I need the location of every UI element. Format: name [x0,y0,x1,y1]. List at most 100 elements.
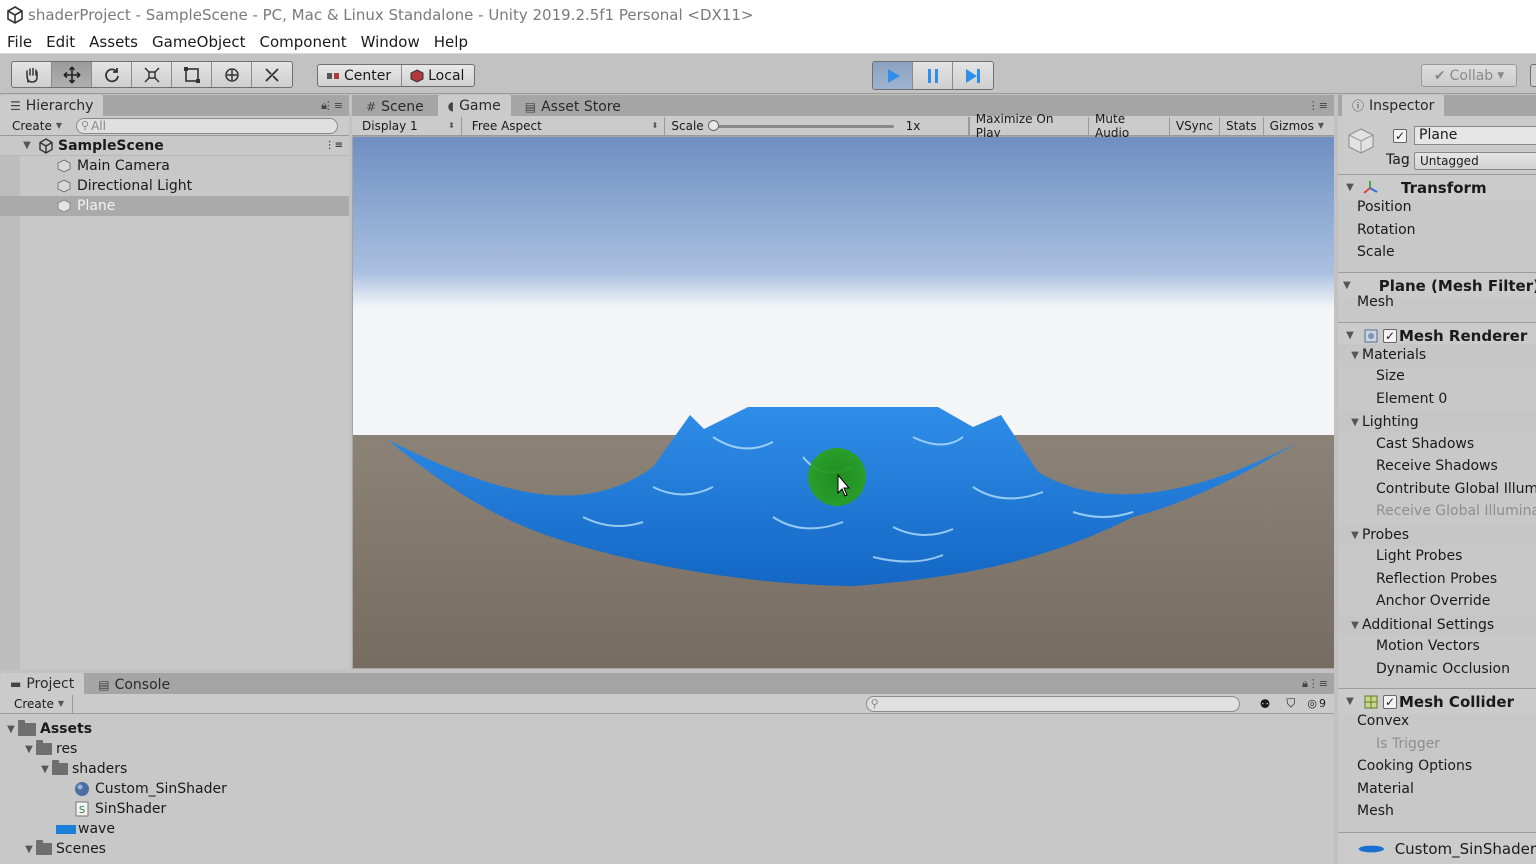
tree-item-scenes[interactable]: ▼ Scenes [22,839,106,859]
menu-assets[interactable]: Assets [82,33,145,51]
tab-asset-store[interactable]: ▤ Asset Store [515,97,631,116]
rotate-tool-button[interactable] [92,62,132,87]
tree-item-label: Scenes [56,841,106,857]
maximize-on-play-toggle[interactable]: Maximize On Play [968,112,1088,140]
mesh-collider-enabled-checkbox[interactable]: ✓ [1383,694,1397,709]
tab-project[interactable]: ▬ Project [0,673,85,694]
tree-item-res[interactable]: ▼ res [22,739,77,759]
pivot-local-button[interactable]: Local [402,65,474,86]
expand-arrow-icon[interactable]: ▼ [1343,182,1357,193]
scale-tool-button[interactable] [132,62,172,87]
material-header[interactable]: Custom_SinShader [1338,832,1536,864]
tab-game[interactable]: ◖ Game [437,95,511,116]
scale-slider[interactable] [707,119,894,131]
scene-menu-icon[interactable]: ⋮≡ [325,140,343,151]
expand-arrow-icon[interactable]: ▼ [1348,350,1362,361]
tab-console[interactable]: ▤ Console [88,675,180,694]
hierarchy-item-plane[interactable]: Plane [0,196,349,216]
field-label: Motion Vectors [1376,638,1480,654]
panel-menu-icon[interactable]: ⋮≡ [323,99,343,112]
project-tabbar: ▬ Project ▤ Console 🔒︎ ⋮≡ [0,673,1334,694]
pacman-icon: ◖ [447,98,455,113]
expand-arrow-icon[interactable]: ▼ [1348,620,1362,631]
menu-edit[interactable]: Edit [39,33,82,51]
lighting-foldout[interactable]: ▼ Lighting [1338,411,1536,433]
tree-item-shaders[interactable]: ▼ shaders [38,759,127,779]
hidden-packages-toggle[interactable]: ◎ 9 [1307,697,1326,710]
menu-component[interactable]: Component [253,33,354,51]
scene-name: SampleScene [58,137,164,154]
tab-hierarchy-label: Hierarchy [25,97,94,114]
materials-foldout[interactable]: ▼ Materials [1338,344,1536,366]
object-name-input[interactable]: Plane [1414,126,1536,145]
expand-arrow-icon[interactable]: ▼ [22,844,36,855]
move-tool-button[interactable] [52,62,92,87]
panel-menu-icon[interactable]: ⋮≡ [1308,677,1328,690]
expand-arrow-icon[interactable]: ▼ [38,764,52,775]
custom-tool-button[interactable] [252,62,292,87]
chevron-down-icon: ▼ [1497,70,1505,81]
expand-arrow-icon[interactable]: ▼ [1343,280,1351,291]
scale-icon [143,66,160,83]
menu-help[interactable]: Help [427,33,475,51]
game-view-viewport[interactable] [353,137,1334,668]
tree-item-assets[interactable]: ▼ Assets [4,719,92,739]
expand-arrow-icon[interactable]: ▼ [22,744,36,755]
aspect-select[interactable]: Free Aspect ⬍ [466,116,666,135]
hierarchy-search-input[interactable]: ⚲ All [76,117,339,134]
pause-button[interactable] [913,62,953,89]
menu-window[interactable]: Window [354,33,427,51]
vsync-toggle[interactable]: VSync [1168,116,1219,135]
scale-slider-track [709,124,894,128]
expand-arrow-icon[interactable]: ▼ [1343,330,1357,341]
hierarchy-tabbar: ☰ Hierarchy 🔒︎ ⋮≡ [0,95,349,116]
hand-tool-button[interactable] [12,62,52,87]
transform-tool-button[interactable] [212,62,252,87]
filter-by-type-icon[interactable]: ⚉ [1260,697,1271,711]
expand-arrow-icon[interactable]: ▼ [1343,696,1357,707]
account-button[interactable] [1530,64,1536,87]
menu-file[interactable]: File [0,33,39,51]
vsync-label: VSync [1175,118,1213,133]
cursor-highlight [808,448,866,506]
scale-slider-thumb[interactable] [707,119,719,131]
panel-menu-icon[interactable]: ⋮≡ [1308,99,1328,112]
probes-foldout[interactable]: ▼ Probes [1338,524,1536,546]
tree-item-label: wave [78,821,115,837]
play-button[interactable] [873,62,913,89]
gizmos-toggle[interactable]: Gizmos ▼ [1262,116,1330,135]
inspector-panel: ⓘ Inspector ✓ Plane Tag Untagged ▼ Trans… [1338,95,1536,864]
menu-gameobject[interactable]: GameObject [145,33,253,51]
mesh-renderer-enabled-checkbox[interactable]: ✓ [1383,328,1397,343]
project-search-input[interactable]: ⚲ [865,695,1240,712]
object-active-checkbox[interactable]: ✓ [1393,129,1407,143]
scene-row[interactable]: ▼ SampleScene ⋮≡ [0,136,349,156]
pivot-center-button[interactable]: Center [318,65,403,86]
display-select[interactable]: Display 1 ⬍ [356,116,462,135]
tree-item-custom-sinshader[interactable]: Custom_SinShader [74,779,227,799]
tab-inspector[interactable]: ⓘ Inspector [1342,95,1445,116]
stats-toggle[interactable]: Stats [1219,116,1263,135]
transform-title: Transform [1401,178,1487,197]
expand-arrow-icon[interactable]: ▼ [20,140,34,151]
filter-by-label-icon[interactable]: ⛉ [1286,696,1295,711]
step-button[interactable] [953,62,993,89]
folder-icon [18,719,36,736]
tab-hierarchy[interactable]: ☰ Hierarchy [0,95,104,116]
project-create-button[interactable]: Create ▼ [8,694,74,713]
expand-arrow-icon[interactable]: ▼ [4,724,18,735]
mute-audio-toggle[interactable]: Mute Audio [1088,112,1169,140]
hierarchy-item-directional-light[interactable]: Directional Light [0,176,349,196]
expand-arrow-icon[interactable]: ▼ [1348,530,1362,541]
expand-arrow-icon[interactable]: ▼ [1348,417,1362,428]
tree-item-wave[interactable]: wave [56,819,115,839]
tab-scene[interactable]: # Scene [356,97,434,116]
additional-settings-foldout[interactable]: ▼ Additional Settings [1338,614,1536,636]
hierarchy-item-main-camera[interactable]: Main Camera [0,156,349,176]
collab-button[interactable]: ✔ Collab ▼ [1421,64,1517,87]
tag-select[interactable]: Untagged [1414,152,1536,170]
hierarchy-create-button[interactable]: Create ▼ [6,117,68,135]
tree-item-sinshader[interactable]: S SinShader [74,799,166,819]
rect-tool-button[interactable] [172,62,212,87]
inspector-tabbar: ⓘ Inspector [1338,95,1536,116]
